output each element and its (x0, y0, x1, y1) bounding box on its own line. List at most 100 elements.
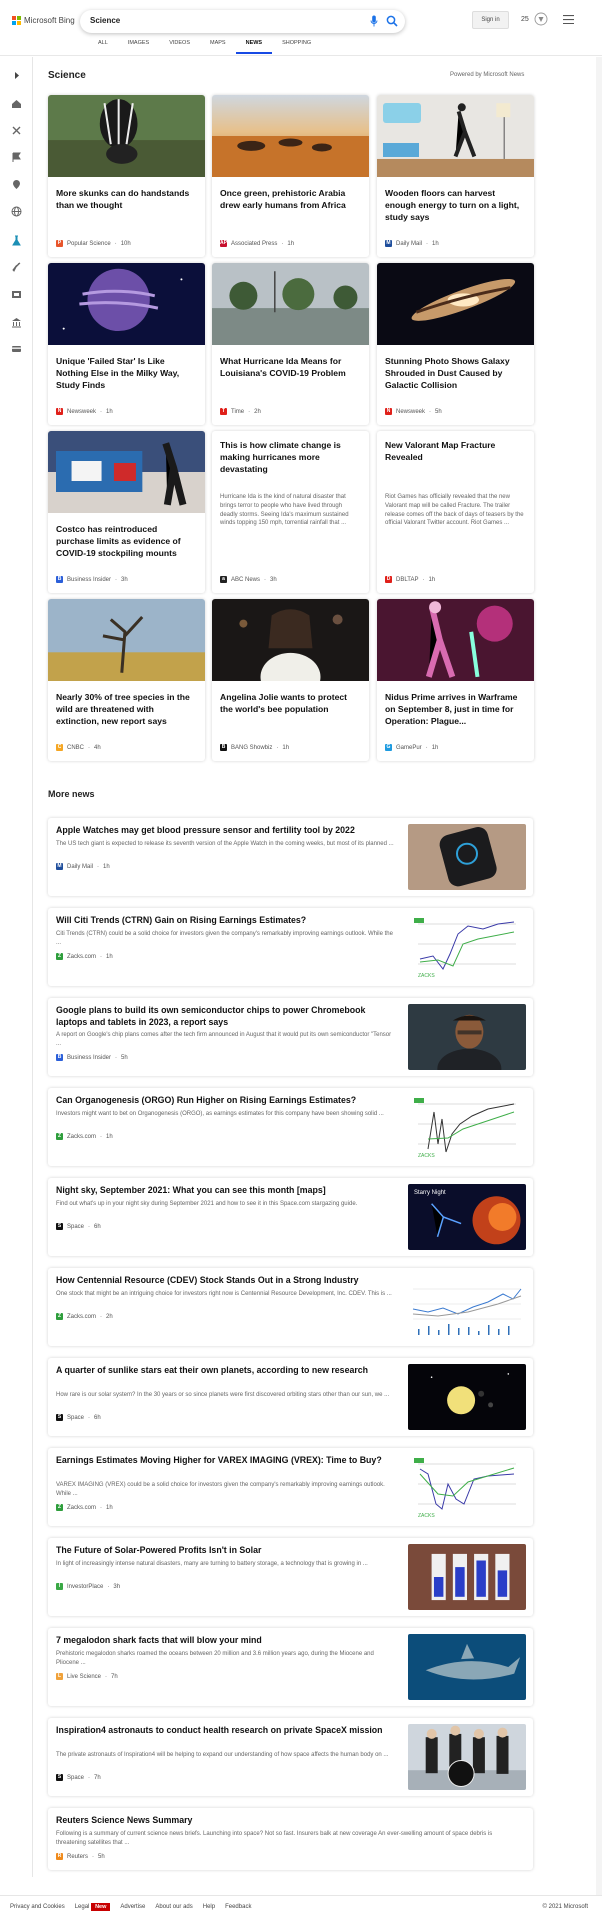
news-title[interactable]: Will Citi Trends (CTRN) Gain on Rising E… (56, 914, 396, 926)
rewards-icon[interactable] (534, 12, 548, 26)
news-card[interactable]: Nidus Prime arrives in Warframe on Septe… (377, 599, 534, 761)
science-icon[interactable] (10, 234, 23, 247)
source-name[interactable]: InvestorPlace (67, 1584, 103, 1590)
search-icon[interactable] (386, 15, 398, 27)
news-list-item[interactable]: Google plans to build its own semiconduc… (48, 998, 533, 1076)
card-title[interactable]: New Valorant Map Fracture Revealed (385, 439, 526, 463)
source-name[interactable]: Business Insider (67, 1055, 111, 1061)
source-name[interactable]: BANG Showbiz (231, 745, 272, 751)
card-title[interactable]: Nidus Prime arrives in Warframe on Septe… (385, 691, 526, 727)
footer-link-about-ads[interactable]: About our ads (155, 1904, 192, 1910)
source-name[interactable]: Business Insider (67, 577, 111, 583)
news-list-item[interactable]: Reuters Science News Summary Following is… (48, 1808, 533, 1870)
bing-logo[interactable]: Microsoft Bing (12, 16, 75, 25)
source-name[interactable]: Associated Press (231, 241, 277, 247)
world-icon[interactable] (10, 205, 23, 218)
footer-link-legal[interactable]: Legal New (75, 1903, 111, 1911)
source-name[interactable]: Live Science (67, 1674, 101, 1680)
source-name[interactable]: Space (67, 1224, 84, 1230)
card-title[interactable]: More skunks can do handstands than we th… (56, 187, 197, 211)
news-card[interactable]: Wooden floors can harvest enough energy … (377, 95, 534, 257)
tab-news[interactable]: NEWS (235, 40, 273, 54)
source-name[interactable]: Zacks.com (67, 1505, 96, 1511)
news-card[interactable]: Angelina Jolie wants to protect the worl… (212, 599, 369, 761)
news-card[interactable]: Stunning Photo Shows Galaxy Shrouded in … (377, 263, 534, 425)
card-title[interactable]: This is how climate change is making hur… (220, 439, 361, 475)
source-name[interactable]: Zacks.com (67, 954, 96, 960)
news-list-item[interactable]: A quarter of sunlike stars eat their own… (48, 1358, 533, 1436)
scrollbar[interactable] (596, 57, 602, 1895)
news-card[interactable]: Costco has reintroduced purchase limits … (48, 431, 205, 593)
news-title[interactable]: Apple Watches may get blood pressure sen… (56, 824, 396, 836)
news-thumbnail[interactable] (408, 1004, 526, 1070)
news-card[interactable]: Nearly 30% of tree species in the wild a… (48, 599, 205, 761)
footer-link-advertise[interactable]: Advertise (120, 1904, 145, 1910)
card-title[interactable]: Costco has reintroduced purchase limits … (56, 523, 197, 559)
sports-icon[interactable] (10, 124, 23, 137)
news-list-item[interactable]: Can Organogenesis (ORGO) Run Higher on R… (48, 1088, 533, 1166)
card-title[interactable]: What Hurricane Ida Means for Louisiana's… (220, 355, 361, 379)
tab-all[interactable]: ALL (88, 40, 118, 54)
news-title[interactable]: Google plans to build its own semiconduc… (56, 1004, 396, 1028)
news-thumbnail[interactable]: ZACKS (408, 1094, 526, 1160)
expand-icon[interactable] (10, 69, 23, 82)
news-title[interactable]: The Future of Solar-Powered Profits Isn'… (56, 1544, 396, 1556)
news-list-item[interactable]: Night sky, September 2021: What you can … (48, 1178, 533, 1256)
search-input[interactable]: Science (90, 16, 120, 25)
card-title[interactable]: Angelina Jolie wants to protect the worl… (220, 691, 361, 715)
politics-icon[interactable] (10, 316, 23, 329)
tab-shopping[interactable]: SHOPPING (272, 40, 321, 54)
card-title[interactable]: Nearly 30% of tree species in the wild a… (56, 691, 197, 727)
card-title[interactable]: Unique 'Failed Star' Is Like Nothing Els… (56, 355, 197, 391)
news-list-item[interactable]: The Future of Solar-Powered Profits Isn'… (48, 1538, 533, 1616)
news-thumbnail[interactable] (408, 1634, 526, 1700)
source-name[interactable]: Space (67, 1775, 84, 1781)
money-icon[interactable] (10, 342, 23, 355)
news-list-item[interactable]: Inspiration4 astronauts to conduct healt… (48, 1718, 533, 1796)
entertainment-icon[interactable] (10, 288, 23, 301)
tab-maps[interactable]: MAPS (200, 40, 236, 54)
news-list-item[interactable]: Earnings Estimates Moving Higher for VAR… (48, 1448, 533, 1526)
footer-link-help[interactable]: Help (203, 1904, 215, 1910)
source-name[interactable]: Daily Mail (396, 241, 422, 247)
news-card[interactable]: Unique 'Failed Star' Is Like Nothing Els… (48, 263, 205, 425)
source-name[interactable]: Time (231, 409, 244, 415)
rocket-icon[interactable] (10, 260, 23, 273)
news-thumbnail[interactable]: ZACKS (408, 1454, 526, 1520)
news-title[interactable]: Reuters Science News Summary (56, 1814, 396, 1826)
news-title[interactable]: Night sky, September 2021: What you can … (56, 1184, 396, 1196)
news-title[interactable]: Earnings Estimates Moving Higher for VAR… (56, 1454, 396, 1466)
news-card[interactable]: More skunks can do handstands than we th… (48, 95, 205, 257)
news-list-item[interactable]: 7 megalodon shark facts that will blow y… (48, 1628, 533, 1706)
news-title[interactable]: A quarter of sunlike stars eat their own… (56, 1364, 396, 1376)
news-thumbnail[interactable] (408, 824, 526, 890)
news-title[interactable]: Can Organogenesis (ORGO) Run Higher on R… (56, 1094, 396, 1106)
source-name[interactable]: Popular Science (67, 241, 111, 247)
source-name[interactable]: CNBC (67, 745, 84, 751)
source-name[interactable]: Newsweek (67, 409, 96, 415)
card-title[interactable]: Wooden floors can harvest enough energy … (385, 187, 526, 223)
source-name[interactable]: Zacks.com (67, 1134, 96, 1140)
footer-link-feedback[interactable]: Feedback (225, 1904, 251, 1910)
flag-icon[interactable] (10, 151, 23, 164)
news-thumbnail[interactable]: Starry Night (408, 1184, 526, 1250)
news-title[interactable]: How Centennial Resource (CDEV) Stock Sta… (56, 1274, 396, 1286)
news-card[interactable]: New Valorant Map Fracture Revealed Riot G… (377, 431, 534, 593)
news-thumbnail[interactable] (408, 1364, 526, 1430)
news-thumbnail[interactable] (408, 1724, 526, 1790)
search-box[interactable]: Science (80, 10, 405, 33)
news-list-item[interactable]: Apple Watches may get blood pressure sen… (48, 818, 533, 896)
tab-videos[interactable]: VIDEOS (159, 40, 200, 54)
source-name[interactable]: Zacks.com (67, 1314, 96, 1320)
home-icon[interactable] (10, 97, 23, 110)
source-name[interactable]: GamePur (396, 745, 422, 751)
sign-in-button[interactable]: Sign in (472, 11, 509, 29)
news-card[interactable]: This is how climate change is making hur… (212, 431, 369, 593)
tab-images[interactable]: IMAGES (118, 40, 159, 54)
news-title[interactable]: Inspiration4 astronauts to conduct healt… (56, 1724, 396, 1736)
card-title[interactable]: Stunning Photo Shows Galaxy Shrouded in … (385, 355, 526, 391)
footer-link-privacy[interactable]: Privacy and Cookies (10, 1904, 65, 1910)
source-name[interactable]: Reuters (67, 1854, 88, 1860)
news-list-item[interactable]: Will Citi Trends (CTRN) Gain on Rising E… (48, 908, 533, 986)
news-thumbnail[interactable] (408, 1274, 526, 1340)
